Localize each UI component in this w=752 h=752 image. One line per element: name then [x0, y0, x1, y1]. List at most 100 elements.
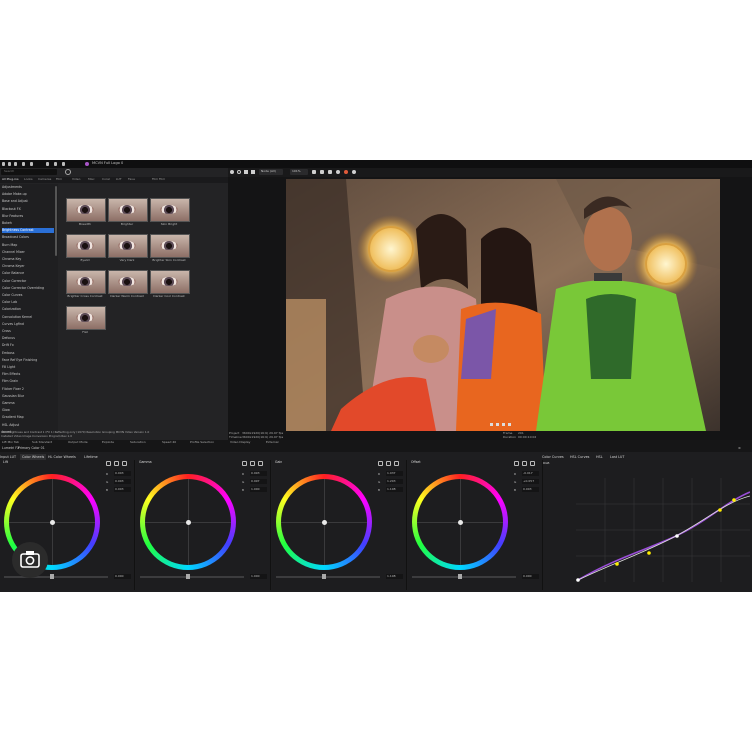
split-icon[interactable] — [251, 170, 255, 174]
overlay-icon[interactable] — [328, 170, 332, 174]
preset-thumbnail[interactable] — [150, 234, 190, 258]
category-item[interactable]: Adobe Make-up — [2, 192, 54, 197]
channel-b-value[interactable]: 0.003 — [522, 487, 539, 492]
category-item[interactable]: Blur Features — [2, 214, 54, 219]
zoom-select[interactable]: 101% — [290, 169, 308, 175]
tab-lifetime[interactable]: Lifetime — [84, 455, 98, 459]
fit-icon[interactable] — [312, 170, 316, 174]
settings-icon[interactable] — [230, 170, 234, 174]
slider-handle[interactable] — [322, 574, 326, 579]
curve-point-shadows[interactable] — [615, 562, 619, 566]
channel-r-value[interactable]: 0.993 — [250, 471, 267, 476]
category-item[interactable]: Film Grain — [2, 379, 54, 384]
option-profile[interactable]: Profile Selection — [190, 441, 214, 444]
curve-point-whites[interactable] — [732, 498, 736, 502]
wheel-handle[interactable] — [321, 519, 327, 525]
panel-menu-icon[interactable]: ≡ — [738, 446, 741, 450]
preset-thumbnail[interactable] — [108, 198, 148, 222]
wheel-master-value[interactable]: 0.000 — [114, 574, 131, 579]
channel-g-value[interactable]: 0.003 — [114, 479, 131, 484]
category-item[interactable]: Colorization — [2, 307, 54, 312]
play-icon[interactable] — [490, 423, 493, 426]
user-icon[interactable] — [352, 170, 356, 174]
tab-all-plugins[interactable]: All Plug-ins — [2, 178, 19, 181]
undo-icon[interactable] — [258, 461, 263, 466]
preset-thumbnail[interactable] — [150, 198, 190, 222]
category-item[interactable]: Cross — [2, 329, 54, 334]
channel-g-value[interactable]: 0.997 — [250, 479, 267, 484]
preset-thumbnail[interactable] — [108, 270, 148, 294]
tab-last-lut[interactable]: Last LUT — [610, 455, 624, 459]
search-icon[interactable] — [65, 169, 71, 175]
category-item[interactable]: Film Effects — [2, 372, 54, 377]
category-item[interactable]: Brightness Contrast — [2, 228, 54, 234]
curve-point-lows[interactable] — [647, 551, 651, 555]
category-item[interactable]: Convolution Kernel — [2, 315, 54, 320]
channel-g-value[interactable]: 1.203 — [386, 479, 403, 484]
preset-thumbnail[interactable] — [150, 270, 190, 294]
record-icon[interactable] — [344, 170, 348, 174]
category-item[interactable]: Curves Lgfind — [2, 322, 54, 327]
reset-icon[interactable] — [378, 461, 383, 466]
category-item[interactable]: Chroma Keyer — [2, 264, 54, 269]
curve-point-black[interactable] — [576, 578, 580, 582]
category-item[interactable]: Burn Map — [2, 243, 54, 248]
tab-film-film[interactable]: Film Film — [152, 178, 165, 181]
undo-icon[interactable] — [394, 461, 399, 466]
channel-g-value[interactable]: +0.057 — [522, 479, 539, 484]
wheel-master-value[interactable]: 1.108 — [386, 574, 403, 579]
category-item[interactable]: Gaussian Blur — [2, 394, 54, 399]
wheel-master-value[interactable]: 0.000 — [522, 574, 539, 579]
channel-b-value[interactable]: 1.108 — [386, 487, 403, 492]
pause-icon[interactable] — [496, 423, 499, 426]
category-item[interactable]: Color Corrector Overriding — [2, 286, 54, 291]
stop-icon[interactable] — [502, 423, 505, 426]
reset-icon[interactable] — [242, 461, 247, 466]
eyedropper-icon[interactable] — [522, 461, 527, 466]
preset-thumbnail[interactable] — [66, 198, 106, 222]
category-list[interactable]: Adjustments Adobe Make-up Base and Adjust B… — [0, 184, 58, 440]
wheel-slider[interactable] — [276, 576, 380, 578]
category-item[interactable]: Glow — [2, 408, 54, 413]
category-item[interactable]: Broadcast Colors — [2, 235, 54, 240]
channel-r-value[interactable]: 0.003 — [114, 471, 131, 476]
tab-film[interactable]: Film — [56, 178, 62, 181]
eyedropper-icon[interactable] — [250, 461, 255, 466]
tab-misc[interactable]: Misc — [88, 178, 95, 181]
reset-icon[interactable] — [106, 461, 111, 466]
redo-icon[interactable] — [30, 162, 33, 166]
tab-color-curves[interactable]: Color Curves — [542, 455, 564, 459]
slider-handle[interactable] — [458, 574, 462, 579]
tab-input-lut[interactable]: Input LUT — [0, 455, 16, 459]
crop-icon[interactable] — [54, 162, 57, 166]
category-item[interactable]: Color Curves — [2, 293, 54, 298]
wheel-slider[interactable] — [140, 576, 244, 578]
slider-handle[interactable] — [186, 574, 190, 579]
tab-hsl[interactable]: HSL — [596, 455, 603, 459]
wheel-slider[interactable] — [412, 576, 516, 578]
grid-icon[interactable] — [244, 170, 248, 174]
tab-lut[interactable]: LUT — [116, 178, 122, 181]
channel-b-value[interactable]: 0.003 — [114, 487, 131, 492]
tab-hsl-curves[interactable]: HSL Curves — [570, 455, 589, 459]
option-sub-standard[interactable]: Sub Standard — [32, 441, 52, 444]
category-item[interactable]: Color Lab — [2, 300, 54, 305]
tab-cameras[interactable]: Cameras — [38, 178, 51, 181]
category-item[interactable]: Fill Light — [2, 365, 54, 370]
video-display-label[interactable]: Video Display — [230, 441, 250, 444]
category-item[interactable]: HSL Adjust — [2, 423, 54, 428]
channel-r-value[interactable]: 1.037 — [386, 471, 403, 476]
save-icon[interactable] — [8, 162, 11, 166]
preset-thumbnail[interactable] — [66, 270, 106, 294]
channel-r-value[interactable]: -0.017 — [522, 471, 539, 476]
tab-looks[interactable]: Looks — [24, 178, 33, 181]
mask-icon[interactable] — [320, 170, 324, 174]
wheel-handle[interactable] — [49, 519, 55, 525]
select-icon[interactable] — [62, 162, 65, 166]
undo-icon[interactable] — [22, 162, 25, 166]
category-item[interactable]: Drift Fx — [2, 343, 54, 348]
wheel-master-value[interactable]: 1.000 — [250, 574, 267, 579]
option-output-mode[interactable]: Output Mode — [68, 441, 88, 444]
category-item[interactable]: Color Corrector — [2, 279, 54, 284]
option-saturation[interactable]: Saturation — [130, 441, 146, 444]
